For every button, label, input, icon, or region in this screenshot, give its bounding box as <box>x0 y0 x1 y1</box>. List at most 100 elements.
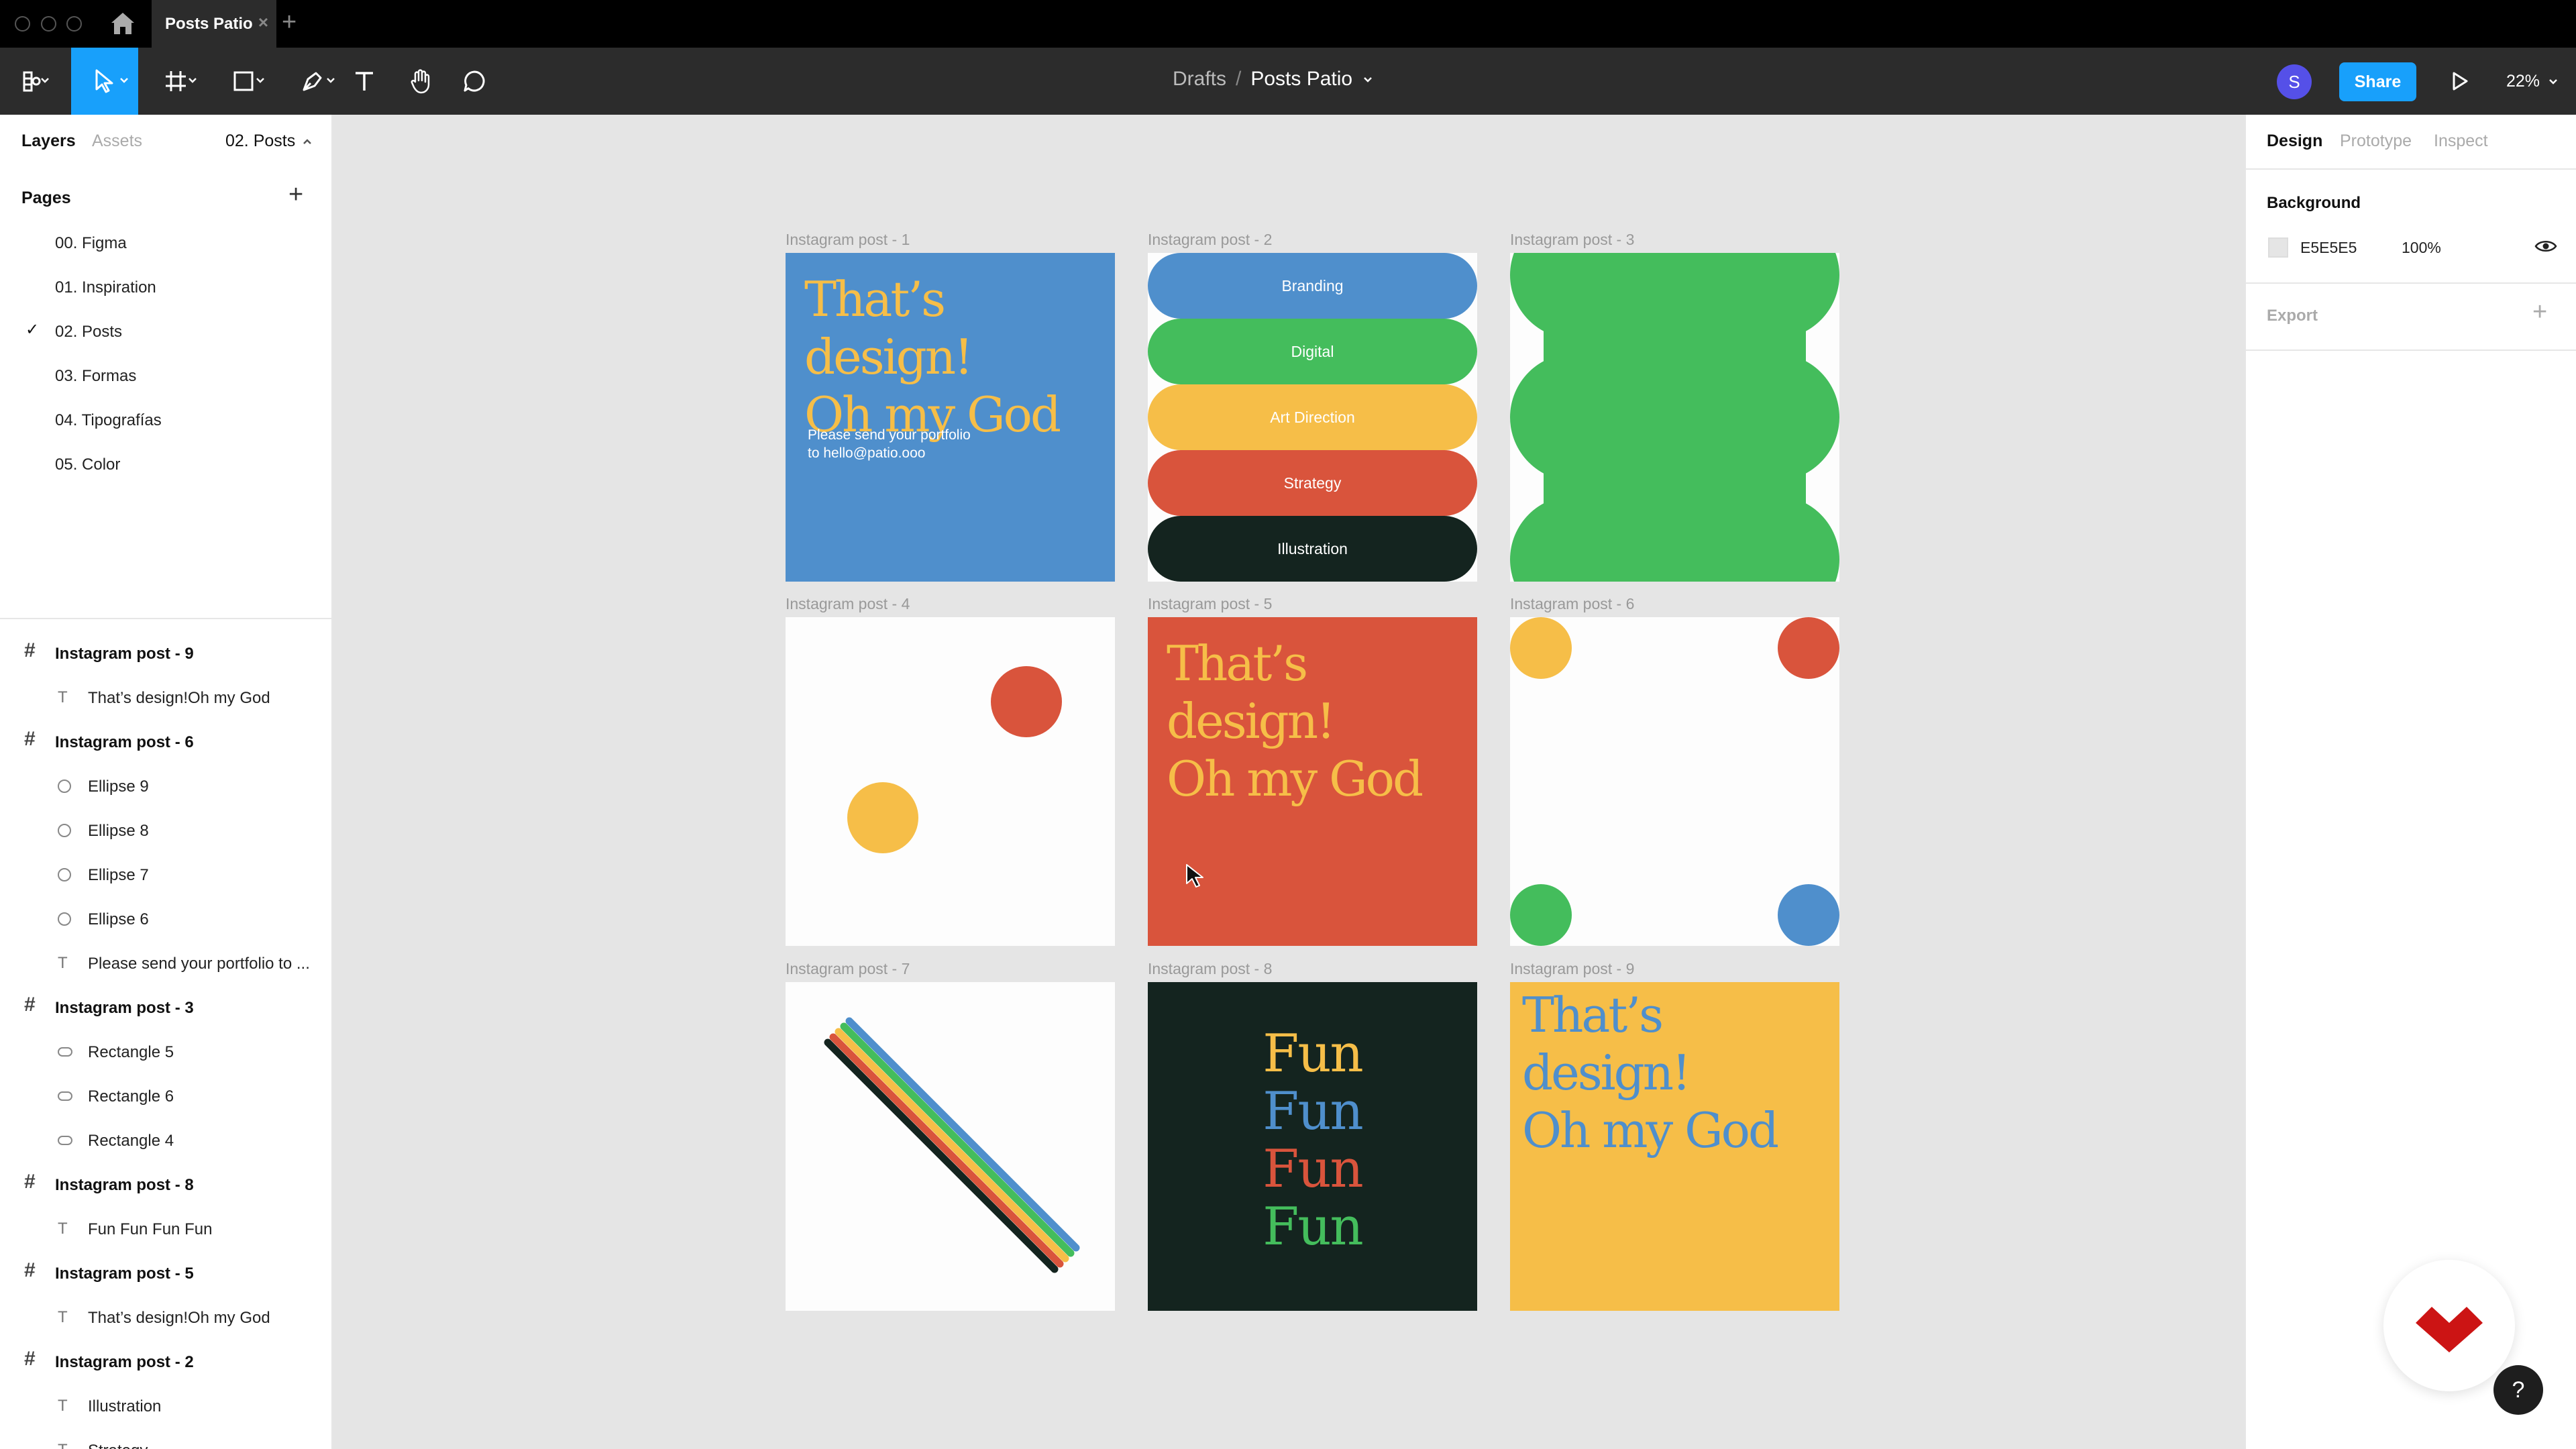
hand-tool-button[interactable] <box>402 48 439 115</box>
zoom-menu[interactable]: 22% <box>2506 72 2558 91</box>
post-headline: That’s design! Oh my God <box>1167 635 1477 808</box>
tab-assets[interactable]: Assets <box>92 131 142 151</box>
chevron-down-icon <box>1364 77 1373 83</box>
text-tool-button[interactable] <box>347 48 381 115</box>
frame-label[interactable]: Instagram post - 3 <box>1510 231 1634 249</box>
breadcrumb-drafts-link[interactable]: Drafts <box>1173 68 1226 90</box>
main-menu-button[interactable] <box>0 48 67 115</box>
tab-design[interactable]: Design <box>2267 131 2322 151</box>
present-play-icon[interactable] <box>2446 68 2473 95</box>
add-export-icon[interactable]: + <box>2532 299 2547 325</box>
layer-row-frame[interactable]: # Instagram post - 6 <box>0 720 331 764</box>
tab-prototype[interactable]: Prototype <box>2340 131 2412 151</box>
layer-row-ellipse[interactable]: Ellipse 6 <box>0 897 331 941</box>
tab-inspect[interactable]: Inspect <box>2434 131 2488 151</box>
page-item[interactable]: 03. Formas <box>0 354 331 398</box>
comment-tool-button[interactable] <box>456 48 492 115</box>
frame-hash-icon <box>166 71 186 91</box>
new-tab-icon[interactable]: + <box>282 9 297 35</box>
shape-tool-button[interactable] <box>218 48 269 115</box>
background-opacity-input[interactable]: 100% <box>2402 239 2441 257</box>
layer-row-ellipse[interactable]: Ellipse 8 <box>0 808 331 853</box>
share-button[interactable]: Share <box>2339 62 2416 101</box>
background-color-swatch[interactable] <box>2268 237 2288 258</box>
red-circle <box>991 666 1062 737</box>
chevron-down-icon <box>256 78 264 83</box>
red-circle <box>1778 617 1839 679</box>
layer-row-text[interactable]: T Please send your portfolio to ... <box>0 941 331 985</box>
file-tab[interactable]: Posts Patio × <box>152 0 276 48</box>
instagram-post-2[interactable]: Branding Digital Art Direction Strategy … <box>1148 253 1477 582</box>
layer-row-frame[interactable]: # Instagram post - 5 <box>0 1251 331 1295</box>
layer-row-text[interactable]: T Illustration <box>0 1384 331 1428</box>
tab-layers[interactable]: Layers <box>21 131 76 151</box>
instagram-post-5[interactable]: That’s design! Oh my God <box>1148 617 1477 946</box>
close-tab-icon[interactable]: × <box>258 13 268 31</box>
frame-label[interactable]: Instagram post - 4 <box>786 595 910 613</box>
page-item[interactable]: 01. Inspiration <box>0 265 331 309</box>
frame-label[interactable]: Instagram post - 6 <box>1510 595 1634 613</box>
frame-tool-button[interactable] <box>150 48 201 115</box>
layer-row-ellipse[interactable]: Ellipse 9 <box>0 764 331 808</box>
layer-row-frame[interactable]: # Instagram post - 3 <box>0 985 331 1030</box>
pen-tool-button[interactable] <box>286 48 339 115</box>
instagram-post-6[interactable] <box>1510 617 1839 946</box>
frame-label[interactable]: Instagram post - 1 <box>786 231 910 249</box>
layer-row-rectangle[interactable]: Rectangle 4 <box>0 1118 331 1163</box>
instagram-post-8[interactable]: Fun Fun Fun Fun <box>1148 982 1477 1311</box>
window-minimize-button[interactable] <box>41 16 56 32</box>
post-headline: That’s design! Oh my God <box>804 270 1115 443</box>
layer-name: Instagram post - 3 <box>55 999 194 1017</box>
layer-row-text[interactable]: T That’s design!Oh my God <box>0 676 331 720</box>
move-tool-button[interactable] <box>71 48 138 115</box>
panel-divider <box>2246 350 2576 351</box>
layer-row-text[interactable]: T That’s design!Oh my God <box>0 1295 331 1340</box>
pill-art-direction: Art Direction <box>1148 384 1477 450</box>
layer-name: Instagram post - 8 <box>55 1176 194 1194</box>
chat-widget-button[interactable] <box>2383 1260 2515 1391</box>
background-hex-input[interactable]: E5E5E5 <box>2300 239 2357 257</box>
layer-row-frame[interactable]: # Instagram post - 2 <box>0 1340 331 1384</box>
instagram-post-3[interactable] <box>1510 253 1839 582</box>
page-item[interactable]: 04. Tipografías <box>0 398 331 442</box>
home-icon[interactable] <box>109 11 136 36</box>
page-item[interactable]: ✓ 02. Posts <box>0 309 331 354</box>
frame-label[interactable]: Instagram post - 2 <box>1148 231 1272 249</box>
user-avatar[interactable]: S <box>2277 64 2312 99</box>
layer-row-frame[interactable]: # Instagram post - 9 <box>0 631 331 676</box>
layer-row-text[interactable]: T Strategy <box>0 1428 331 1449</box>
pill-branding: Branding <box>1148 253 1477 319</box>
layer-row-frame[interactable]: # Instagram post - 8 <box>0 1163 331 1207</box>
layer-row-ellipse[interactable]: Ellipse 7 <box>0 853 331 897</box>
frame-label[interactable]: Instagram post - 5 <box>1148 595 1272 613</box>
layer-row-rectangle[interactable]: Rectangle 6 <box>0 1074 331 1118</box>
frame-label[interactable]: Instagram post - 9 <box>1510 960 1634 978</box>
panel-divider <box>2246 168 2576 170</box>
window-zoom-button[interactable] <box>66 16 82 32</box>
page-item-label: 04. Tipografías <box>55 411 162 429</box>
ellipse-icon <box>58 867 71 885</box>
frame-label[interactable]: Instagram post - 8 <box>1148 960 1272 978</box>
page-item[interactable]: 05. Color <box>0 442 331 486</box>
frame-label[interactable]: Instagram post - 7 <box>786 960 910 978</box>
instagram-post-1[interactable]: That’s design! Oh my God Please send you… <box>786 253 1115 582</box>
help-button[interactable]: ? <box>2493 1365 2543 1415</box>
page-selector[interactable]: 02. Posts <box>225 131 312 151</box>
layer-row-rectangle[interactable]: Rectangle 5 <box>0 1030 331 1074</box>
text-t-icon: T <box>58 1442 68 1449</box>
instagram-post-9[interactable]: That’s design! Oh my God <box>1510 982 1839 1311</box>
window-close-button[interactable] <box>15 16 30 32</box>
page-item[interactable]: 00. Figma <box>0 221 331 265</box>
layer-name: That’s design!Oh my God <box>88 689 270 707</box>
body-line: Please send your portfolio <box>808 427 971 443</box>
page-item-label: 00. Figma <box>55 234 127 252</box>
eye-visibility-icon[interactable] <box>2534 238 2557 254</box>
fun-word: Fun <box>1263 1024 1364 1084</box>
layer-row-text[interactable]: T Fun Fun Fun Fun <box>0 1207 331 1251</box>
instagram-post-7[interactable] <box>786 982 1115 1311</box>
file-name-menu[interactable]: Posts Patio <box>1250 68 1352 90</box>
toolbar: Drafts / Posts Patio <box>0 48 2576 115</box>
text-t-icon <box>356 72 373 91</box>
instagram-post-4[interactable] <box>786 617 1115 946</box>
add-page-icon[interactable]: + <box>288 182 303 207</box>
